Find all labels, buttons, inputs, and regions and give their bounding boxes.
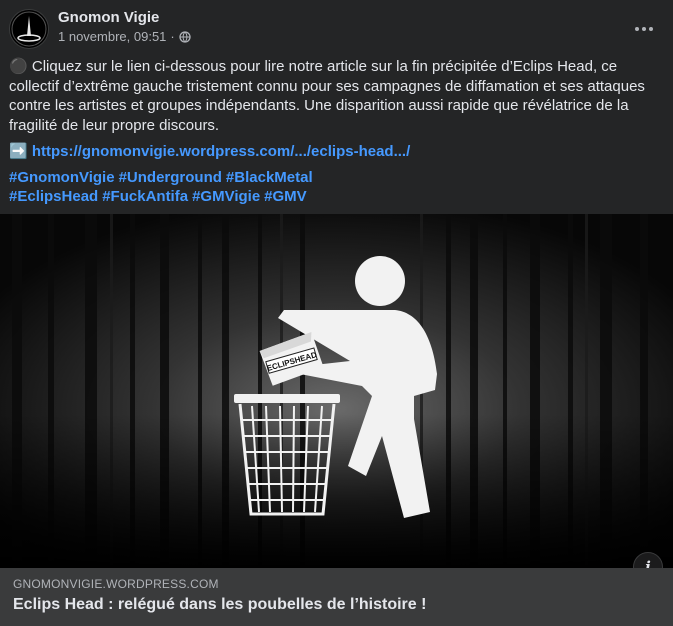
- post-link-line: ➡️ https://gnomonvigie.wordpress.com/...…: [9, 142, 661, 162]
- link-title[interactable]: Eclips Head : relégué dans les poubelles…: [13, 596, 426, 614]
- post-text: ⚫ Cliquez sur le lien ci-dessous pour li…: [9, 57, 661, 207]
- hashtag[interactable]: #GMV: [264, 188, 307, 205]
- right-arrow-emoji: ➡️: [9, 143, 28, 160]
- hashtag[interactable]: #Underground: [119, 169, 222, 186]
- article-link[interactable]: https://gnomonvigie.wordpress.com/.../ec…: [32, 143, 410, 160]
- author-name[interactable]: Gnomon Vigie: [58, 9, 159, 26]
- link-domain: GNOMONVIGIE.WORDPRESS.COM: [13, 577, 219, 591]
- hashtag[interactable]: #GnomonVigie: [9, 169, 115, 186]
- avatar[interactable]: [9, 9, 49, 49]
- hashtag[interactable]: #BlackMetal: [226, 169, 313, 186]
- sundial-logo-icon: [11, 11, 47, 47]
- globe-icon: [179, 30, 191, 43]
- post-image[interactable]: ECLIPSHEAD: [0, 214, 673, 568]
- post-date[interactable]: 1 novembre, 09:51: [58, 29, 166, 44]
- more-options-button[interactable]: [627, 12, 661, 46]
- post-header: Gnomon Vigie 1 novembre, 09:51 ·: [0, 0, 673, 56]
- post-body-paragraph: ⚫ Cliquez sur le lien ci-dessous pour li…: [9, 57, 661, 135]
- black-circle-emoji: ⚫: [9, 58, 28, 75]
- post-meta: 1 novembre, 09:51 ·: [58, 29, 191, 44]
- post-body: Cliquez sur le lien ci-dessous pour lire…: [9, 58, 645, 134]
- trash-can-illustration: ECLIPSHEAD: [0, 214, 673, 568]
- hashtag[interactable]: #EclipsHead: [9, 188, 98, 205]
- hashtags: #GnomonVigie #Underground #BlackMetal #Ecl…: [9, 168, 661, 207]
- ellipsis-icon: [635, 27, 653, 31]
- link-preview-card[interactable]: GNOMONVIGIE.WORDPRESS.COM Eclips Head : …: [0, 568, 673, 626]
- hashtag[interactable]: #FuckAntifa: [102, 188, 188, 205]
- hashtag[interactable]: #GMVigie: [192, 188, 260, 205]
- meta-separator: ·: [170, 29, 175, 44]
